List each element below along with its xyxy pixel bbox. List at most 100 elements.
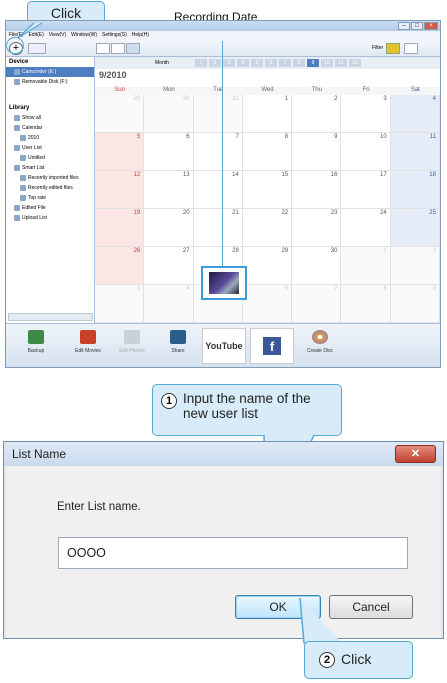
create-disc-button[interactable]: Create Disc xyxy=(298,328,342,364)
month-cell[interactable]: 8 xyxy=(293,59,305,67)
app-titlebar: – □ × xyxy=(6,21,440,31)
library-recently-imported[interactable]: Recently imported files xyxy=(6,173,94,183)
calendar-day-cell[interactable]: 30 xyxy=(292,247,342,285)
month-cell[interactable]: 5 xyxy=(251,59,263,67)
click-callout-pointer xyxy=(17,22,43,39)
day-name: Mon xyxy=(163,87,175,93)
calendar-day-cell[interactable]: 1 xyxy=(341,247,391,285)
minimize-button[interactable]: – xyxy=(398,22,410,30)
menu-settings[interactable]: Settings(S) xyxy=(102,32,127,38)
calendar-day-cell[interactable]: 6 xyxy=(242,285,293,323)
calendar-day-cell[interactable]: 14 xyxy=(193,171,243,209)
search-icon xyxy=(20,194,26,201)
calendar-day-cell[interactable]: 16 xyxy=(292,171,342,209)
month-cell[interactable]: 9 xyxy=(307,59,319,67)
library-user-list[interactable]: User List xyxy=(6,143,94,153)
calendar-day-cell[interactable]: 26 xyxy=(95,247,145,285)
calendar-day-cell[interactable]: 9 xyxy=(292,133,342,171)
menu-window[interactable]: Window(W) xyxy=(71,32,97,38)
calendar-day-cell[interactable]: 10 xyxy=(341,133,391,171)
calendar-day-cell[interactable]: 7 xyxy=(292,285,342,323)
month-cell[interactable]: 11 xyxy=(335,59,347,67)
video-thumbnail[interactable] xyxy=(201,266,247,300)
device-removable-disk[interactable]: Removable Disk (F:) xyxy=(6,77,94,87)
view-calendar-button[interactable] xyxy=(126,43,140,54)
view-list-button[interactable] xyxy=(111,43,125,54)
month-cell[interactable]: 1 xyxy=(195,59,207,67)
month-cell[interactable]: 7 xyxy=(279,59,291,67)
calendar-day-cell[interactable]: 3 xyxy=(95,285,145,323)
library-upload-list[interactable]: Upload List xyxy=(6,213,94,223)
calendar-day-cell[interactable]: 8 xyxy=(242,133,293,171)
edit-filter-button[interactable] xyxy=(404,43,418,54)
calendar-day-cell[interactable]: 11 xyxy=(390,133,440,171)
month-cell[interactable]: 10 xyxy=(321,59,333,67)
youtube-button[interactable]: YouTube xyxy=(202,328,246,364)
library-recently-edited[interactable]: Recently edited files xyxy=(6,183,94,193)
edit-movies-button[interactable]: Edit Movies xyxy=(66,328,110,364)
sidebar-scrollbar[interactable] xyxy=(8,313,93,321)
calendar-day-cell[interactable]: 20 xyxy=(144,209,194,247)
calendar-day-cell[interactable]: 22 xyxy=(242,209,293,247)
calendar-day-cell[interactable]: 25 xyxy=(390,209,440,247)
calendar-day-cell[interactable]: 2 xyxy=(390,247,440,285)
calendar-day-cell[interactable]: 31 xyxy=(193,95,243,133)
calendar-day-cell[interactable]: 17 xyxy=(341,171,391,209)
calendar-day-cell[interactable]: 5 xyxy=(95,133,145,171)
close-button[interactable]: × xyxy=(424,22,438,30)
share-button[interactable]: Share xyxy=(156,328,200,364)
facebook-button[interactable]: f xyxy=(250,328,294,364)
library-2010[interactable]: 2010 xyxy=(6,133,94,143)
calendar-day-cell[interactable]: 29 xyxy=(242,247,293,285)
settings-dropdown-button[interactable] xyxy=(28,43,46,54)
backup-label: Backup xyxy=(27,348,45,354)
edit-photos-button[interactable]: Edit Photos xyxy=(110,328,154,364)
backup-button[interactable]: Backup xyxy=(14,328,58,364)
menu-help[interactable]: Help(H) xyxy=(132,32,149,38)
calendar-day-cell[interactable]: 19 xyxy=(95,209,145,247)
menu-view[interactable]: View(V) xyxy=(49,32,66,38)
month-cell[interactable]: 12 xyxy=(349,59,361,67)
month-cell[interactable]: 6 xyxy=(265,59,277,67)
calendar-day-cell[interactable]: 29 xyxy=(95,95,145,133)
library-show-all[interactable]: Show all xyxy=(6,113,94,123)
calendar-day-cell[interactable]: 4 xyxy=(144,285,194,323)
calendar-day-cell[interactable]: 6 xyxy=(144,133,194,171)
filter-button[interactable] xyxy=(386,43,400,54)
calendar-day-cell[interactable]: 21 xyxy=(193,209,243,247)
view-thumbnail-button[interactable] xyxy=(96,43,110,54)
edited-file-icon xyxy=(14,204,20,211)
upload-icon xyxy=(14,214,20,221)
calendar-day-cell[interactable]: 3 xyxy=(341,95,391,133)
calendar-day-cell[interactable]: 12 xyxy=(95,171,145,209)
calendar-day-cell[interactable]: 7 xyxy=(193,133,243,171)
backup-icon xyxy=(28,330,44,344)
library-edited-file[interactable]: Edited File xyxy=(6,203,94,213)
calendar-day-cell[interactable]: 24 xyxy=(341,209,391,247)
calendar-day-cell[interactable]: 9 xyxy=(390,285,440,323)
calendar-day-cell[interactable]: 4 xyxy=(390,95,440,133)
dialog-close-button[interactable]: ✕ xyxy=(395,445,436,463)
library-calendar[interactable]: Calendar xyxy=(6,123,94,133)
calendar-day-cell[interactable]: 23 xyxy=(292,209,342,247)
library-untitled[interactable]: Untitled xyxy=(6,153,94,163)
disk-icon xyxy=(14,78,20,85)
month-cell[interactable]: 3 xyxy=(223,59,235,67)
list-name-input[interactable]: OOOO xyxy=(58,537,408,569)
calendar-day-cell[interactable]: 8 xyxy=(341,285,391,323)
library-top-rate[interactable]: Top rate xyxy=(6,193,94,203)
calendar-day-cell[interactable]: 18 xyxy=(390,171,440,209)
calendar-day-cell[interactable]: 27 xyxy=(144,247,194,285)
month-cell[interactable]: 2 xyxy=(209,59,221,67)
month-cell[interactable]: 4 xyxy=(237,59,249,67)
device-camcorder[interactable]: Camcorder (E:) xyxy=(6,67,94,77)
calendar-day-cell[interactable]: 13 xyxy=(144,171,194,209)
calendar-day-cell[interactable]: 1 xyxy=(242,95,293,133)
step2-pointer xyxy=(299,597,342,644)
library-smart-list[interactable]: Smart List xyxy=(6,163,94,173)
calendar-day-cell[interactable]: 15 xyxy=(242,171,293,209)
calendar-day-cell[interactable]: 2 xyxy=(292,95,342,133)
maximize-button[interactable]: □ xyxy=(411,22,423,30)
calendar-day-cell[interactable]: 30 xyxy=(144,95,194,133)
dialog-title: List Name xyxy=(4,442,443,466)
